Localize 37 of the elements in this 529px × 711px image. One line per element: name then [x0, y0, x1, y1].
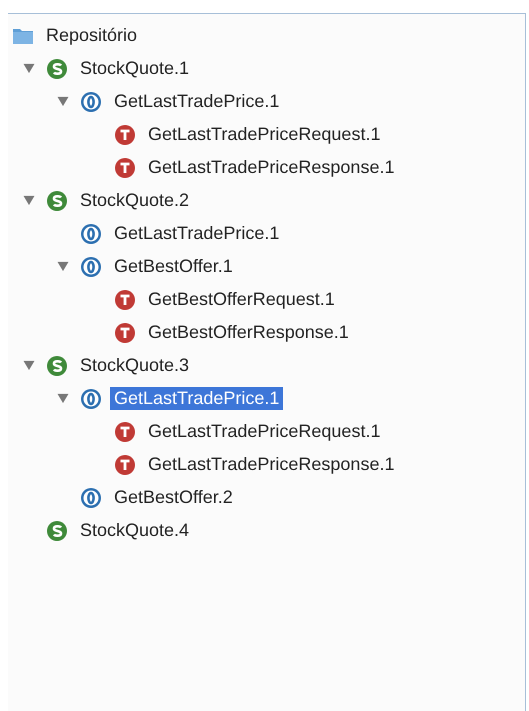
tree-item[interactable]: GetBestOffer.2 [110, 486, 237, 509]
s-circle-icon [46, 190, 68, 212]
tree-item[interactable]: StockQuote.4 [76, 519, 194, 542]
tree-item[interactable]: GetLastTradePrice.1 [110, 90, 284, 113]
tree-item[interactable]: StockQuote.2 [76, 189, 194, 212]
tree-item[interactable]: GetLastTradePriceRequest.1 [144, 123, 384, 146]
t-circle-icon [114, 156, 136, 178]
t-circle-icon [114, 322, 136, 344]
tree-item[interactable]: GetBestOfferResponse.1 [144, 321, 353, 344]
tree-item[interactable]: Repositório [42, 24, 142, 47]
tree-item[interactable]: GetLastTradePrice.1 [110, 222, 284, 245]
tree-item[interactable]: GetBestOffer.1 [110, 255, 237, 278]
t-circle-icon [114, 124, 136, 146]
t-circle-icon [114, 420, 136, 442]
expanded-triangle-icon[interactable] [57, 96, 69, 107]
s-circle-icon [46, 354, 68, 376]
tree-item[interactable]: GetLastTradePriceRequest.1 [144, 420, 384, 443]
tree-item[interactable]: GetLastTradePrice.1 [110, 387, 284, 410]
t-circle-icon [114, 454, 136, 476]
o-circle-icon [80, 388, 102, 410]
expanded-triangle-icon[interactable] [57, 393, 69, 404]
tree-item[interactable]: StockQuote.3 [76, 354, 194, 377]
o-circle-icon [80, 222, 102, 244]
expanded-triangle-icon[interactable] [23, 195, 35, 206]
o-circle-icon [80, 90, 102, 112]
tree-item[interactable]: StockQuote.1 [76, 57, 194, 80]
tree-item[interactable]: GetLastTradePriceResponse.1 [144, 453, 398, 476]
o-circle-icon [80, 256, 102, 278]
tree-item[interactable]: GetLastTradePriceResponse.1 [144, 156, 398, 179]
tree-item[interactable]: GetBestOfferRequest.1 [144, 288, 339, 311]
o-circle-icon [80, 486, 102, 508]
expanded-triangle-icon[interactable] [23, 63, 35, 74]
s-circle-icon [46, 58, 68, 80]
s-circle-icon [46, 520, 68, 542]
expanded-triangle-icon[interactable] [57, 261, 69, 272]
t-circle-icon [114, 288, 136, 310]
expanded-triangle-icon[interactable] [23, 360, 35, 371]
